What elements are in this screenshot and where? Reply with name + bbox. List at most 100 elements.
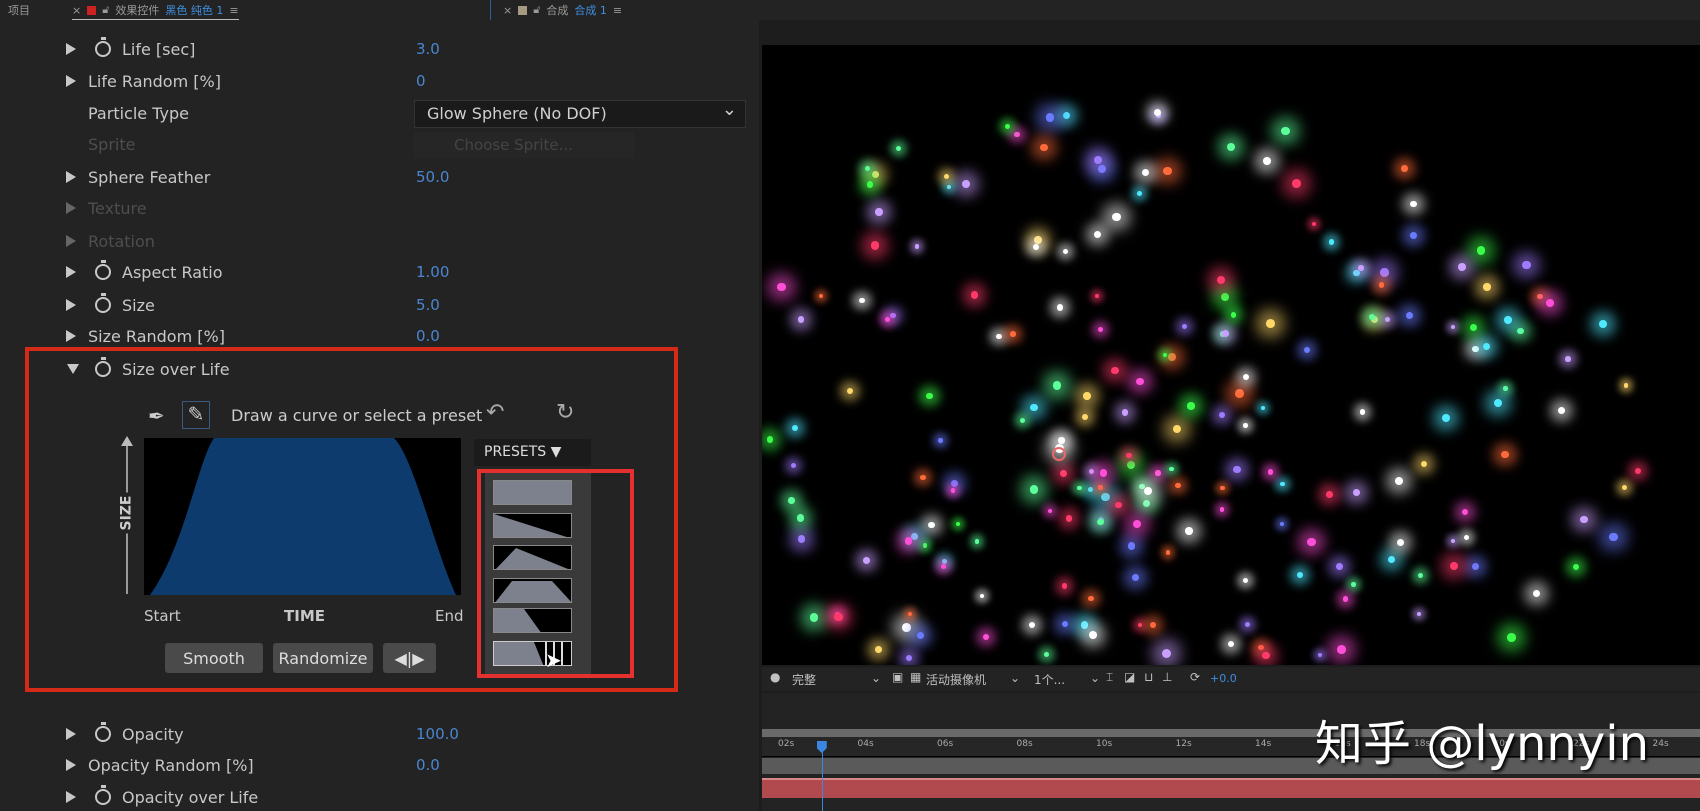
pen-tool-icon[interactable]: ✒ bbox=[148, 404, 165, 428]
lock-icon[interactable]: 🔓︎ bbox=[102, 3, 109, 17]
menu-icon[interactable]: ≡ bbox=[229, 4, 238, 17]
color-channels-icon[interactable]: ● bbox=[770, 670, 780, 684]
particle bbox=[928, 521, 935, 529]
time-end-label: End bbox=[435, 607, 464, 625]
particle bbox=[847, 387, 854, 394]
presets-dropdown[interactable]: PRESETS ▼ bbox=[474, 439, 591, 466]
undo-icon[interactable]: ↶ bbox=[486, 400, 504, 425]
particle bbox=[955, 521, 961, 526]
expand-icon[interactable] bbox=[66, 791, 76, 803]
expand-icon[interactable] bbox=[66, 235, 76, 247]
particle bbox=[1281, 126, 1290, 136]
particle bbox=[1162, 648, 1172, 658]
property-value[interactable]: 100.0 bbox=[416, 725, 459, 743]
particle bbox=[1121, 409, 1129, 416]
particle bbox=[1546, 298, 1554, 307]
property-rotation[interactable]: Rotation bbox=[0, 229, 740, 253]
stopwatch-icon[interactable] bbox=[95, 357, 111, 377]
views-dropdown[interactable]: 1个... ⌄ bbox=[1034, 671, 1102, 688]
particle bbox=[1093, 230, 1102, 238]
particle bbox=[1059, 469, 1067, 477]
property-size-random[interactable]: Size Random [%] 0.0 bbox=[0, 324, 740, 348]
property-value[interactable]: 5.0 bbox=[416, 296, 440, 314]
region-of-interest-icon[interactable]: ▣ bbox=[892, 670, 903, 684]
property-opacity-random[interactable]: Opacity Random [%] 0.0 bbox=[0, 753, 740, 777]
lock-icon[interactable]: 🔓︎ bbox=[533, 3, 540, 17]
particle bbox=[1558, 406, 1565, 414]
particle bbox=[1303, 346, 1310, 353]
pencil-tool-icon[interactable]: ✎ bbox=[182, 401, 210, 429]
expand-icon[interactable] bbox=[66, 266, 76, 278]
reset-icon[interactable]: ↻ bbox=[556, 400, 574, 425]
smooth-button[interactable]: Smooth bbox=[165, 643, 263, 673]
expand-icon[interactable] bbox=[66, 202, 76, 214]
stopwatch-icon[interactable] bbox=[95, 785, 111, 805]
close-icon[interactable]: × bbox=[72, 4, 81, 17]
particle bbox=[1221, 292, 1229, 301]
expand-icon[interactable] bbox=[66, 171, 76, 183]
property-value[interactable]: 0.0 bbox=[416, 327, 440, 345]
property-value[interactable]: 1.00 bbox=[416, 263, 449, 281]
expand-icon[interactable] bbox=[66, 75, 76, 87]
particle bbox=[1217, 275, 1226, 284]
particle bbox=[1047, 508, 1053, 514]
stopwatch-icon[interactable] bbox=[95, 260, 111, 280]
particle bbox=[1233, 465, 1241, 473]
tab-composition[interactable]: × 🔓︎ 合成 合成 1 ≡ bbox=[503, 2, 622, 18]
property-life-random[interactable]: Life Random [%] 0 bbox=[0, 69, 740, 93]
particle bbox=[1265, 318, 1275, 328]
property-size-over-life[interactable]: Size over Life bbox=[0, 357, 740, 381]
property-life[interactable]: Life [sec] 3.0 bbox=[0, 37, 740, 61]
timeline-icon[interactable]: ⊔ bbox=[1144, 670, 1153, 684]
fast-preview-icon[interactable]: ◪ bbox=[1124, 670, 1135, 684]
menu-icon[interactable]: ≡ bbox=[613, 4, 622, 17]
close-icon[interactable]: × bbox=[503, 4, 512, 17]
expand-icon[interactable] bbox=[66, 759, 76, 771]
stopwatch-icon[interactable] bbox=[95, 722, 111, 742]
property-value[interactable]: 50.0 bbox=[416, 168, 449, 186]
exposure-value[interactable]: +0.0 bbox=[1210, 672, 1237, 685]
particle bbox=[890, 312, 897, 319]
collapse-icon[interactable] bbox=[67, 364, 79, 374]
layer-bar[interactable] bbox=[762, 778, 1700, 798]
particle bbox=[1405, 312, 1413, 320]
property-size[interactable]: Size 5.0 bbox=[0, 293, 740, 317]
expand-icon[interactable] bbox=[66, 330, 76, 342]
stopwatch-icon[interactable] bbox=[95, 37, 111, 57]
tab-effect-controls[interactable]: × 🔓︎ 效果控件 黑色 纯色 1 ≡ bbox=[72, 2, 239, 21]
particle bbox=[1317, 653, 1322, 658]
property-opacity[interactable]: Opacity 100.0 bbox=[0, 722, 740, 746]
particle bbox=[1401, 165, 1408, 172]
expand-icon[interactable] bbox=[66, 728, 76, 740]
randomize-button[interactable]: Randomize bbox=[273, 643, 373, 673]
exposure-reset-icon[interactable]: ⟳ bbox=[1190, 670, 1200, 684]
camera-dropdown[interactable]: 活动摄像机 ⌄ bbox=[926, 671, 1026, 688]
tab-project[interactable]: 项目 bbox=[8, 2, 30, 18]
property-aspect-ratio[interactable]: Aspect Ratio 1.00 bbox=[0, 260, 740, 284]
particle-type-dropdown[interactable]: Glow Sphere (No DOF) bbox=[414, 99, 746, 128]
property-value[interactable]: 0 bbox=[416, 72, 426, 90]
flowchart-icon[interactable]: ⊥ bbox=[1162, 670, 1172, 684]
transparency-grid-icon[interactable]: ▦ bbox=[910, 670, 921, 684]
property-opacity-over-life[interactable]: Opacity over Life bbox=[0, 785, 740, 809]
property-value[interactable]: 3.0 bbox=[416, 40, 440, 58]
particle bbox=[1044, 652, 1050, 658]
stopwatch-icon[interactable] bbox=[95, 293, 111, 313]
toggle-pixel-aspect-icon[interactable]: ⌶ bbox=[1106, 670, 1113, 685]
choose-sprite-button[interactable]: Choose Sprite... bbox=[414, 132, 634, 158]
size-axis-label: SIZE bbox=[118, 492, 135, 534]
resolution-dropdown[interactable]: 完整 ⌄ bbox=[792, 671, 887, 688]
particle bbox=[979, 593, 985, 599]
property-label: Rotation bbox=[88, 231, 155, 251]
expand-icon[interactable] bbox=[66, 299, 76, 311]
property-value[interactable]: 0.0 bbox=[416, 756, 440, 774]
size-curve-graph[interactable] bbox=[144, 438, 461, 595]
expand-icon[interactable] bbox=[66, 43, 76, 55]
property-texture[interactable]: Texture bbox=[0, 196, 740, 220]
particle bbox=[1219, 507, 1225, 512]
property-sphere-feather[interactable]: Sphere Feather 50.0 bbox=[0, 165, 740, 189]
particle bbox=[1094, 155, 1103, 165]
composition-viewer[interactable] bbox=[762, 45, 1700, 665]
particle bbox=[797, 316, 805, 323]
flip-button[interactable]: ◀|▶ bbox=[383, 643, 436, 673]
